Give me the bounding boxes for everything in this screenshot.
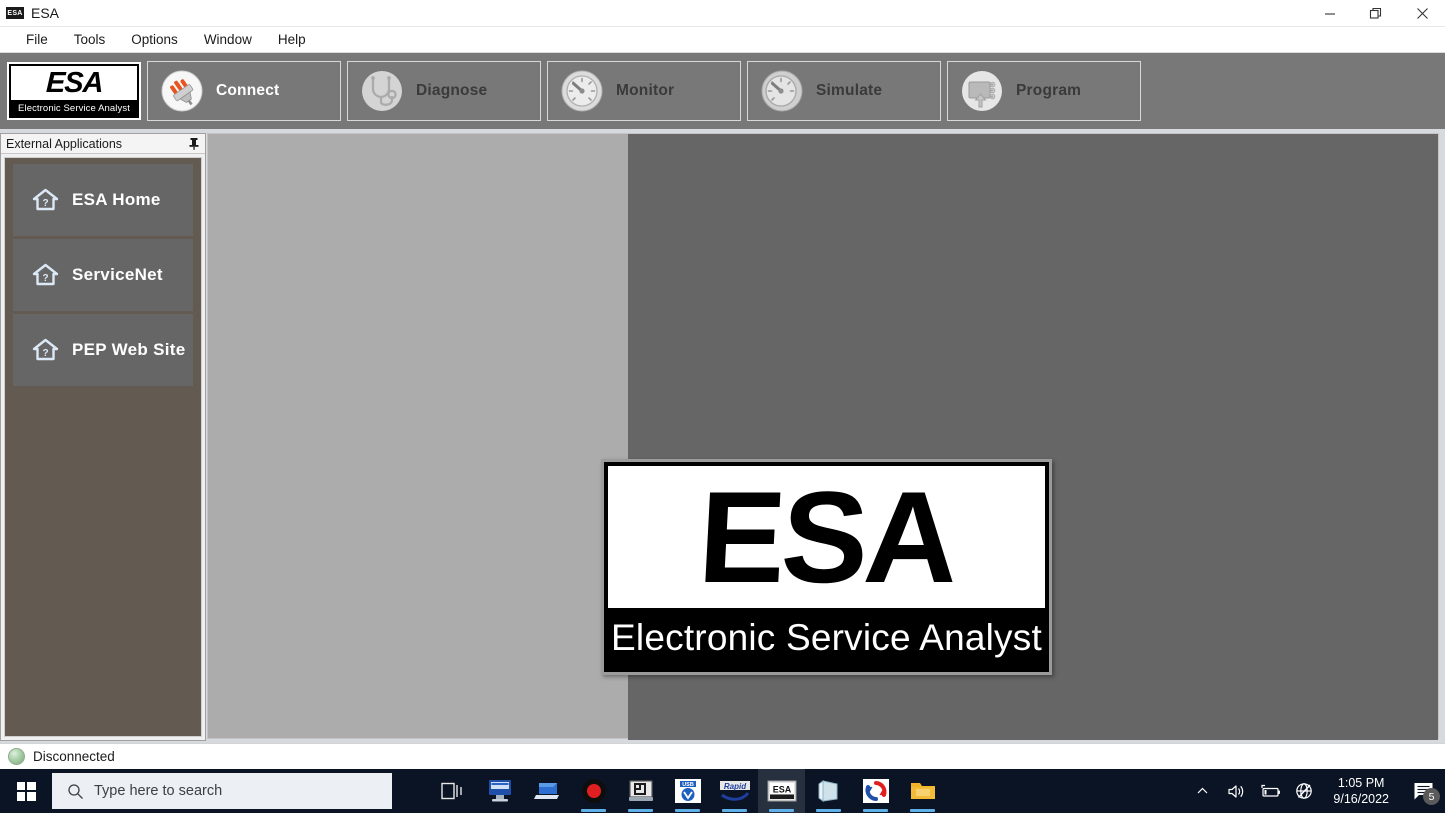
gauge-icon xyxy=(560,69,604,113)
taskbar-clock[interactable]: 1:05 PM 9/16/2022 xyxy=(1321,769,1401,813)
action-center-icon[interactable]: 5 xyxy=(1401,769,1445,813)
menu-bar: File Tools Options Window Help xyxy=(0,27,1445,53)
panel-header: External Applications xyxy=(1,134,205,154)
search-icon xyxy=(67,783,84,800)
taskbar-search-box[interactable]: Type here to search xyxy=(52,773,392,809)
house-help-icon: ? xyxy=(32,263,59,287)
taskbar-date: 9/16/2022 xyxy=(1333,791,1389,807)
plug-icon xyxy=(160,69,204,113)
notification-count-badge: 5 xyxy=(1423,788,1440,805)
toolbar-button-connect-label: Connect xyxy=(216,82,279,100)
menu-item-tools[interactable]: Tools xyxy=(61,30,119,50)
toolbar-button-simulate-label: Simulate xyxy=(816,82,882,100)
taskbar-time: 1:05 PM xyxy=(1338,775,1385,791)
restore-button[interactable] xyxy=(1353,0,1399,27)
svg-text:?: ? xyxy=(42,198,48,209)
esa-splash-logo-subtitle: Electronic Service Analyst xyxy=(608,608,1045,668)
svg-text:?: ? xyxy=(42,273,48,284)
usb-driver-app-icon[interactable]: USB xyxy=(664,769,711,813)
pin-icon[interactable] xyxy=(187,137,200,151)
toolbar-button-diagnose[interactable]: Diagnose xyxy=(347,61,541,121)
toolbar-button-monitor[interactable]: Monitor xyxy=(547,61,741,121)
svg-text:USB: USB xyxy=(682,782,694,788)
toolbar-button-program-label: Program xyxy=(1016,82,1081,100)
sidebar-item-esa-home-label: ESA Home xyxy=(72,190,161,210)
mdi-work-area: ESA Electronic Service Analyst xyxy=(0,129,1445,743)
house-help-icon: ? xyxy=(32,188,59,212)
notes-app-icon[interactable] xyxy=(805,769,852,813)
esa-splash-logo-top: ESA xyxy=(608,466,1045,608)
gauge-icon xyxy=(760,69,804,113)
taskbar-items: USB Rapid ESA xyxy=(429,769,946,813)
toolbar-esa-logo-top: ESA xyxy=(11,66,137,100)
battery-icon[interactable] xyxy=(1253,769,1287,813)
toolbar-esa-logo-title: ESA xyxy=(45,69,103,98)
toolbar-button-connect[interactable]: Connect xyxy=(147,61,341,121)
esa-splash-logo-title: ESA xyxy=(696,482,957,593)
file-explorer-icon[interactable] xyxy=(899,769,946,813)
status-led-green xyxy=(8,748,25,765)
system-tray: 1:05 PM 9/16/2022 5 xyxy=(1185,769,1445,813)
menu-item-help[interactable]: Help xyxy=(265,30,319,50)
volume-icon[interactable] xyxy=(1219,769,1253,813)
esa-application-window: ESA ESA File Tools Options xyxy=(0,0,1445,813)
network-disconnected-icon[interactable] xyxy=(1287,769,1321,813)
rapid-app-icon[interactable]: Rapid xyxy=(711,769,758,813)
scanner-app-icon[interactable] xyxy=(617,769,664,813)
main-toolbar: ESA Electronic Service Analyst xyxy=(0,53,1445,129)
toolbar-button-diagnose-label: Diagnose xyxy=(416,82,487,100)
external-applications-panel: External Applications ? ESA Home xyxy=(0,133,206,741)
svg-text:Rapid: Rapid xyxy=(723,782,746,791)
toolbar-button-monitor-label: Monitor xyxy=(616,82,674,100)
stethoscope-icon xyxy=(360,69,404,113)
sidebar-item-esa-home[interactable]: ? ESA Home xyxy=(13,164,193,236)
toolbar-button-simulate[interactable]: Simulate xyxy=(747,61,941,121)
svg-text:?: ? xyxy=(42,348,48,359)
sidebar-item-pep-web-site-label: PEP Web Site xyxy=(72,340,186,360)
esa-splash-logo: ESA Electronic Service Analyst xyxy=(601,459,1052,675)
windows-logo-icon xyxy=(17,782,36,801)
toolbar-esa-logo: ESA Electronic Service Analyst xyxy=(7,62,141,120)
chip-upload-icon xyxy=(960,69,1004,113)
menu-item-file[interactable]: File xyxy=(13,30,61,50)
windows-taskbar: Type here to search xyxy=(0,769,1445,813)
title-bar: ESA ESA xyxy=(0,0,1445,27)
record-app-icon[interactable] xyxy=(570,769,617,813)
laptop-app-icon[interactable] xyxy=(523,769,570,813)
panel-title: External Applications xyxy=(6,137,187,151)
close-button[interactable] xyxy=(1399,0,1445,27)
minimize-button[interactable] xyxy=(1307,0,1353,27)
taskbar-search-placeholder: Type here to search xyxy=(94,783,222,799)
house-help-icon: ? xyxy=(32,338,59,362)
chevron-up-icon[interactable] xyxy=(1185,769,1219,813)
esa-app-icon[interactable]: ESA xyxy=(758,769,805,813)
esa-window-icon: ESA xyxy=(6,7,24,19)
connection-status-text: Disconnected xyxy=(33,749,115,764)
toolbar-esa-logo-subtitle: Electronic Service Analyst xyxy=(11,100,137,116)
window-title: ESA xyxy=(31,5,59,21)
svg-text:ESA: ESA xyxy=(772,785,791,795)
sidebar-item-servicenet-label: ServiceNet xyxy=(72,265,163,285)
start-button[interactable] xyxy=(0,769,52,813)
sidebar-item-pep-web-site[interactable]: ? PEP Web Site xyxy=(13,314,193,386)
menu-item-options[interactable]: Options xyxy=(118,30,191,50)
esa-window-icon-text: ESA xyxy=(7,10,22,17)
menu-item-window[interactable]: Window xyxy=(191,30,265,50)
external-applications-list: ? ESA Home ? ServiceNet xyxy=(4,157,202,737)
toolbar-button-program[interactable]: Program xyxy=(947,61,1141,121)
sidebar-item-servicenet[interactable]: ? ServiceNet xyxy=(13,239,193,311)
status-bar: Disconnected xyxy=(0,743,1445,769)
remote-desktop-icon[interactable] xyxy=(476,769,523,813)
task-view-icon[interactable] xyxy=(429,769,476,813)
cycle-app-icon[interactable] xyxy=(852,769,899,813)
window-controls xyxy=(1307,0,1445,27)
